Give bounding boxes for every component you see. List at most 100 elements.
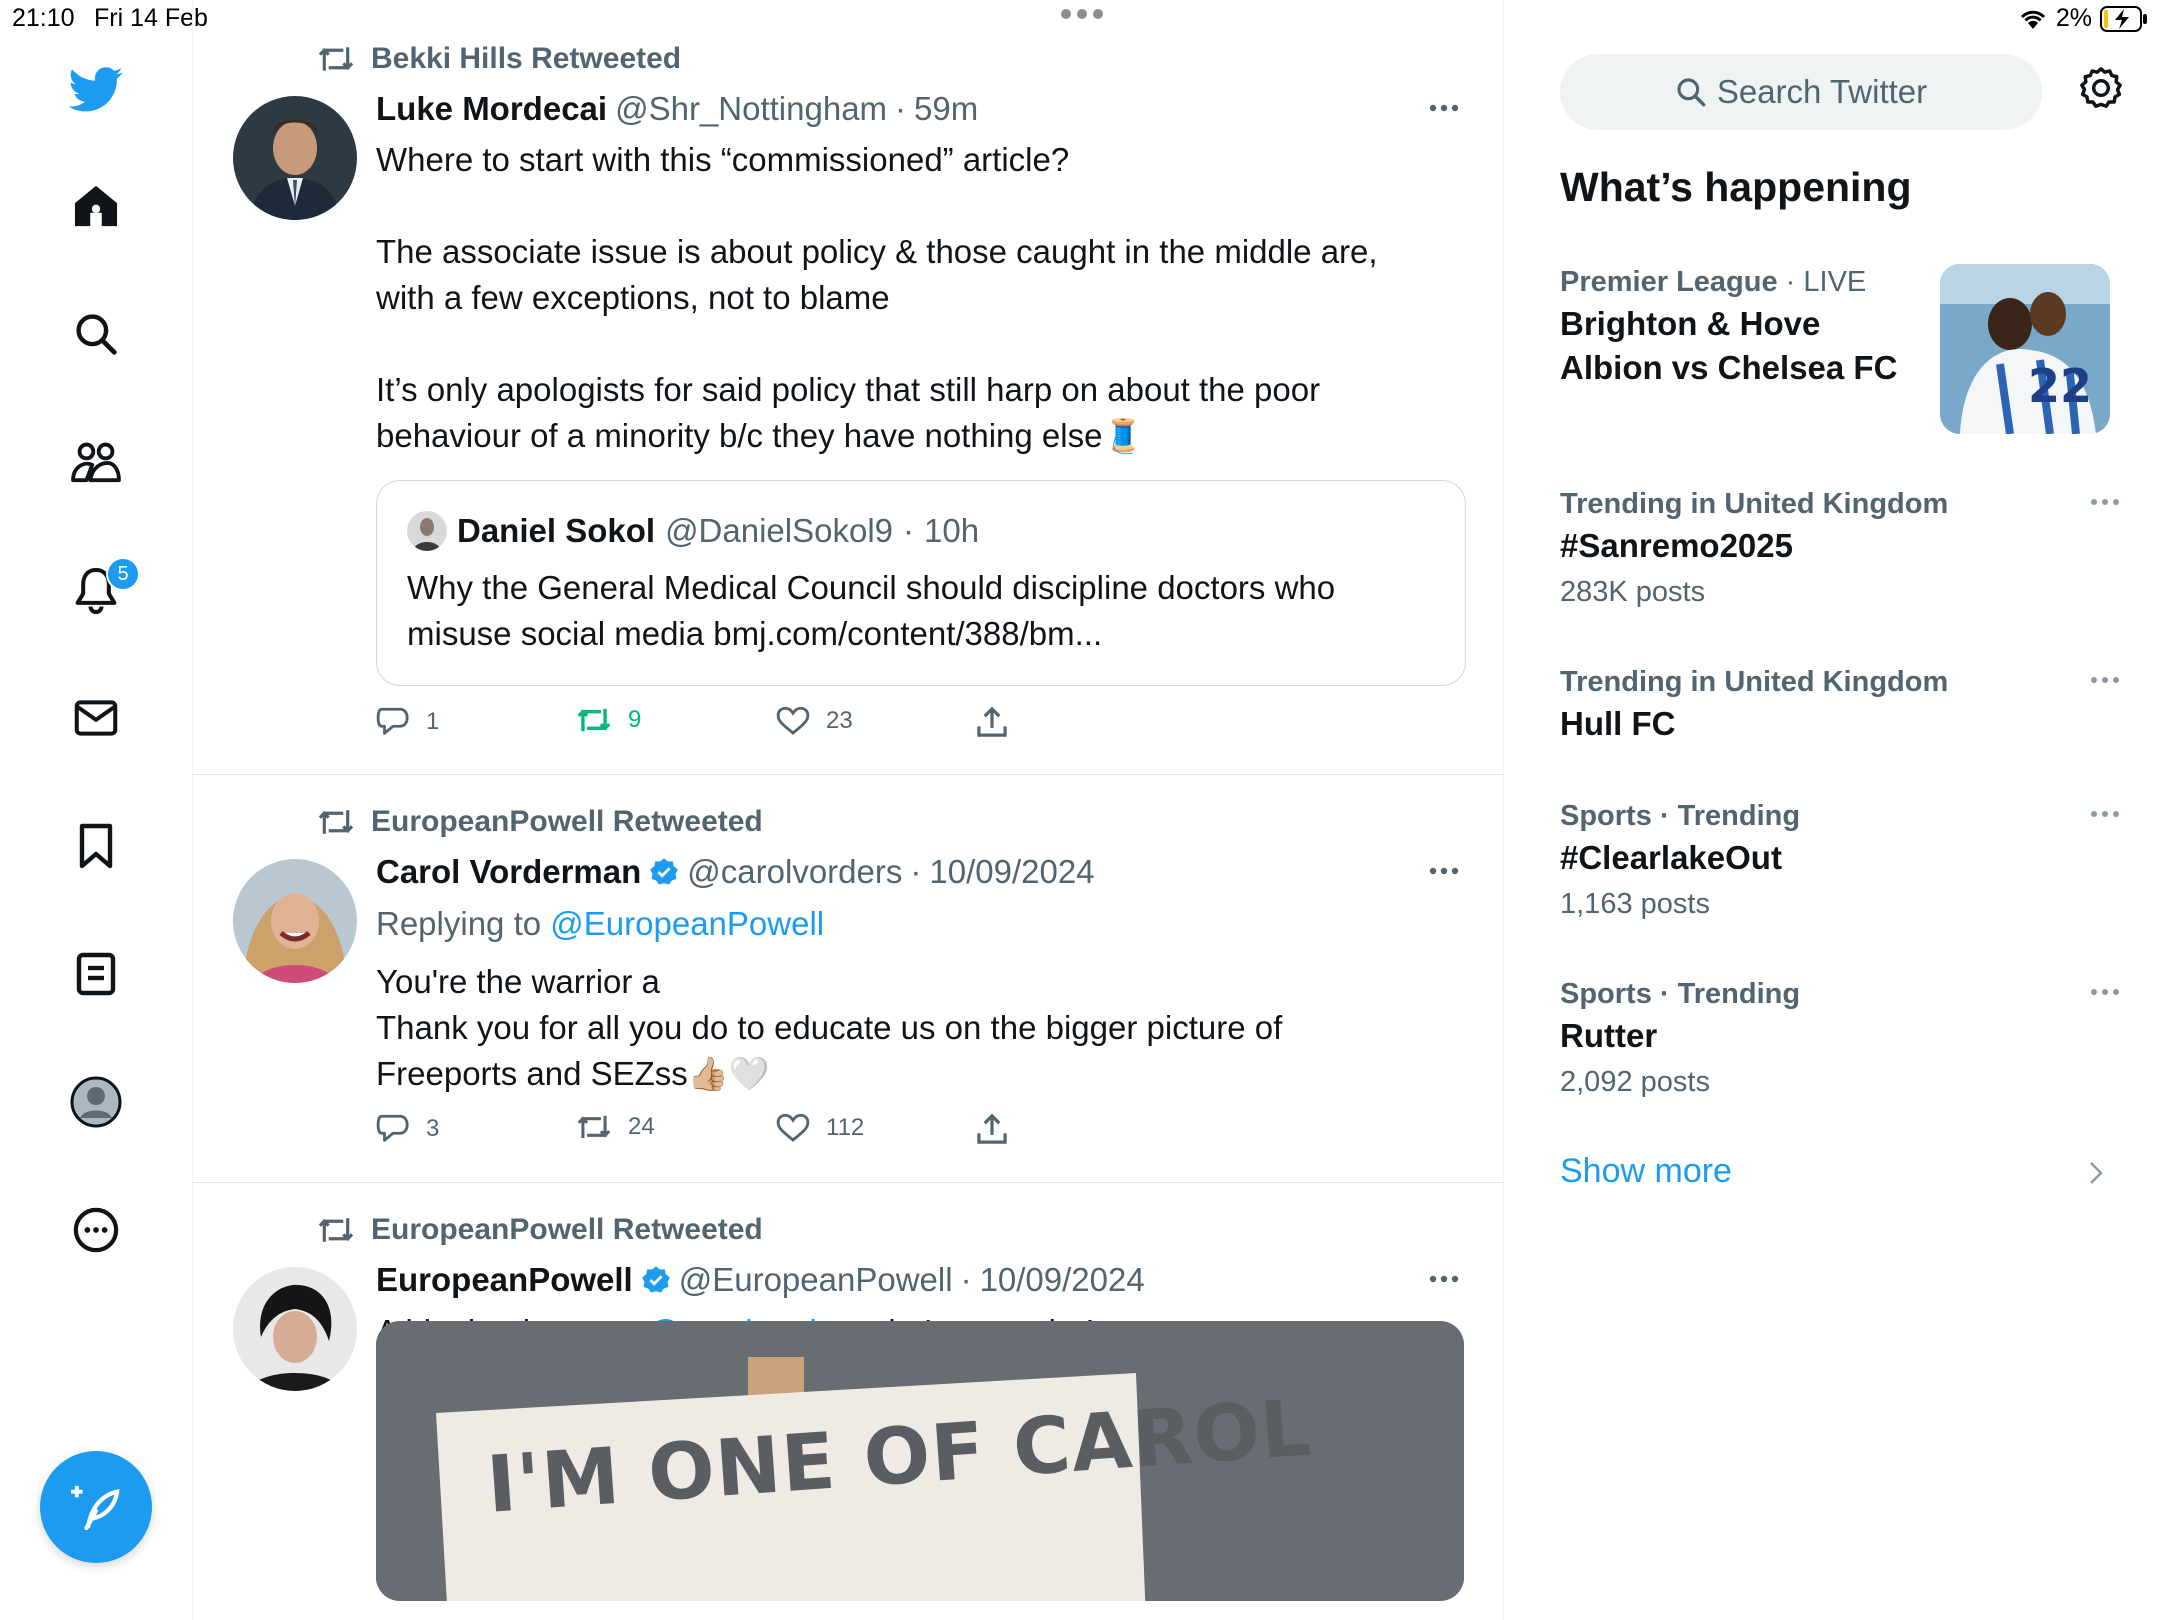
tweet-line: Thank you for all you do to educate us o… <box>376 1009 1283 1046</box>
twitter-logo-icon[interactable] <box>60 54 132 126</box>
tweet[interactable]: EuropeanPowell Retweeted Carol Vorderman… <box>193 775 1503 1183</box>
trend-thumbnail[interactable]: 22 <box>1940 264 2110 434</box>
trend-more-icon[interactable] <box>2090 988 2120 996</box>
messages-envelope-icon[interactable] <box>60 682 132 754</box>
whats-happening-title: What’s happening <box>1560 164 1912 210</box>
bookmarks-icon[interactable] <box>60 810 132 882</box>
trend-name: Hull FC <box>1560 705 1676 742</box>
like-button[interactable]: 23 <box>776 706 853 736</box>
tweet[interactable]: EuropeanPowell Retweeted EuropeanPowell … <box>193 1183 1503 1620</box>
reply-icon <box>376 707 409 735</box>
tweet-line: You're the warrior a <box>376 963 660 1000</box>
retweet-active-icon <box>577 708 611 732</box>
tweet-more-icon[interactable] <box>1429 104 1459 112</box>
trend-item[interactable]: Sports · Trending Rutter 2,092 posts <box>1560 974 2120 1104</box>
search-input[interactable]: Search Twitter <box>1560 54 2042 130</box>
tweet-paragraph: with a few exceptions, not to blame <box>376 279 890 316</box>
tweet-actions: 3 24 112 <box>376 1113 1076 1153</box>
trend-meta: Trending in United Kingdom <box>1560 488 1949 520</box>
trend-category: Premier League <box>1560 266 1778 298</box>
retweeted-by-label: EuropeanPowell Retweeted <box>371 1213 763 1246</box>
compose-feather-icon <box>71 1485 120 1530</box>
reply-count: 3 <box>426 1115 440 1142</box>
settings-gear-icon[interactable] <box>2078 66 2124 112</box>
share-icon <box>977 706 1007 737</box>
search-icon <box>1677 78 1706 107</box>
author-handle[interactable]: @EuropeanPowell <box>679 1261 953 1299</box>
author-handle[interactable]: @carolvorders <box>687 853 902 891</box>
separator-dot: · <box>903 512 915 549</box>
tweet-more-icon[interactable] <box>1429 867 1459 875</box>
trend-more-icon[interactable] <box>2090 810 2120 818</box>
retweet-icon <box>318 47 354 71</box>
avatar[interactable] <box>233 96 357 220</box>
retweet-button[interactable]: 24 <box>576 1113 655 1141</box>
compose-tweet-button[interactable] <box>40 1451 152 1563</box>
tweet-time[interactable]: 10/09/2024 <box>929 853 1094 891</box>
share-button[interactable] <box>976 706 1008 738</box>
tweet-line: Freeports and SEZss <box>376 1055 688 1092</box>
retweet-count: 9 <box>628 706 642 733</box>
lists-icon[interactable] <box>60 938 132 1010</box>
author-handle[interactable]: @Shr_Nottingham <box>615 90 887 128</box>
avatar[interactable] <box>233 859 357 983</box>
communities-icon[interactable] <box>60 426 132 498</box>
trend-meta: Sports · Trending <box>1560 978 1801 1010</box>
quoted-tweet[interactable]: Daniel Sokol @DanielSokol9 · 10h Why the… <box>376 480 1466 686</box>
verified-badge-icon <box>650 858 679 885</box>
tweet-header: EuropeanPowell @EuropeanPowell · 10/09/2… <box>376 1261 1145 1299</box>
retweet-count: 24 <box>628 1113 655 1140</box>
tweet-time[interactable]: 59m <box>914 90 978 128</box>
tweet[interactable]: Bekki Hills Retweeted Luke Mordecai @Shr… <box>193 0 1503 775</box>
quoted-tweet-text: Why the General Medical Council should d… <box>407 565 1427 657</box>
tweet-text: Where to start with this “commissioned” … <box>376 137 1436 459</box>
notification-count-badge: 5 <box>106 557 140 591</box>
tweet-header: Carol Vorderman @carolvorders · 10/09/20… <box>376 853 1095 891</box>
quoted-tweet-time: 10h <box>924 512 980 549</box>
reply-count: 1 <box>426 708 440 735</box>
trend-item[interactable]: Trending in United Kingdom Hull FC <box>1560 662 2120 746</box>
trend-more-icon[interactable] <box>2090 676 2120 684</box>
quoted-author-handle: @DanielSokol9 <box>665 512 894 549</box>
trend-meta: Sports · Trending <box>1560 800 1801 832</box>
live-label: LIVE <box>1803 266 1867 298</box>
author-name[interactable]: EuropeanPowell <box>376 1261 633 1299</box>
right-sidebar: Search Twitter What’s happening Premier … <box>1504 0 2160 1620</box>
replying-to-mention[interactable]: @EuropeanPowell <box>550 905 824 942</box>
trend-item[interactable]: Sports · Trending #ClearlakeOut 1,163 po… <box>1560 796 2120 926</box>
reply-button[interactable]: 3 <box>376 1113 439 1145</box>
tweet-more-icon[interactable] <box>1429 1275 1459 1283</box>
like-count: 112 <box>826 1114 865 1141</box>
like-button[interactable]: 112 <box>776 1113 864 1143</box>
heart-icon <box>776 706 810 735</box>
more-options-circle-icon[interactable] <box>60 1194 132 1266</box>
trend-more-icon[interactable] <box>2090 498 2120 506</box>
reply-icon <box>376 1114 409 1142</box>
share-icon <box>977 1113 1007 1144</box>
quoted-line: misuse social media bmj.com/content/388/… <box>407 615 1103 652</box>
retweet-context: Bekki Hills Retweeted <box>317 42 681 76</box>
search-icon[interactable] <box>60 298 132 370</box>
home-icon[interactable] <box>60 170 132 242</box>
profile-avatar-icon[interactable] <box>60 1066 132 1138</box>
show-more-link[interactable]: Show more <box>1560 1152 1732 1191</box>
author-name[interactable]: Carol Vorderman <box>376 853 641 891</box>
chevron-right-icon[interactable] <box>2088 1160 2104 1186</box>
retweet-button[interactable]: 9 <box>576 706 641 734</box>
thumbs-heart-emoji: 👍🏼🤍 <box>687 1055 770 1092</box>
tweet-paragraph: Where to start with this “commissioned” … <box>376 141 1070 178</box>
quoted-line: Why the General Medical Council should d… <box>407 569 1336 606</box>
trend-item[interactable]: Trending in United Kingdom #Sanremo2025 … <box>1560 484 2120 614</box>
avatar[interactable] <box>233 1267 357 1391</box>
quoted-author-name: Daniel Sokol <box>457 512 656 549</box>
tweet-paragraph: behaviour of a minority b/c they have no… <box>376 417 1103 454</box>
tweet-media-image[interactable]: I'M ONE OF CAROL <box>376 1321 1464 1601</box>
quoted-avatar <box>407 511 447 551</box>
trend-name: #Sanremo2025 <box>1560 527 1793 564</box>
replying-to-line: Replying to @EuropeanPowell <box>376 901 1436 947</box>
tweet-time[interactable]: 10/09/2024 <box>980 1261 1145 1299</box>
reply-button[interactable]: 1 <box>376 706 439 738</box>
verified-badge-icon <box>641 1266 670 1293</box>
share-button[interactable] <box>976 1113 1008 1145</box>
author-name[interactable]: Luke Mordecai <box>376 90 607 128</box>
